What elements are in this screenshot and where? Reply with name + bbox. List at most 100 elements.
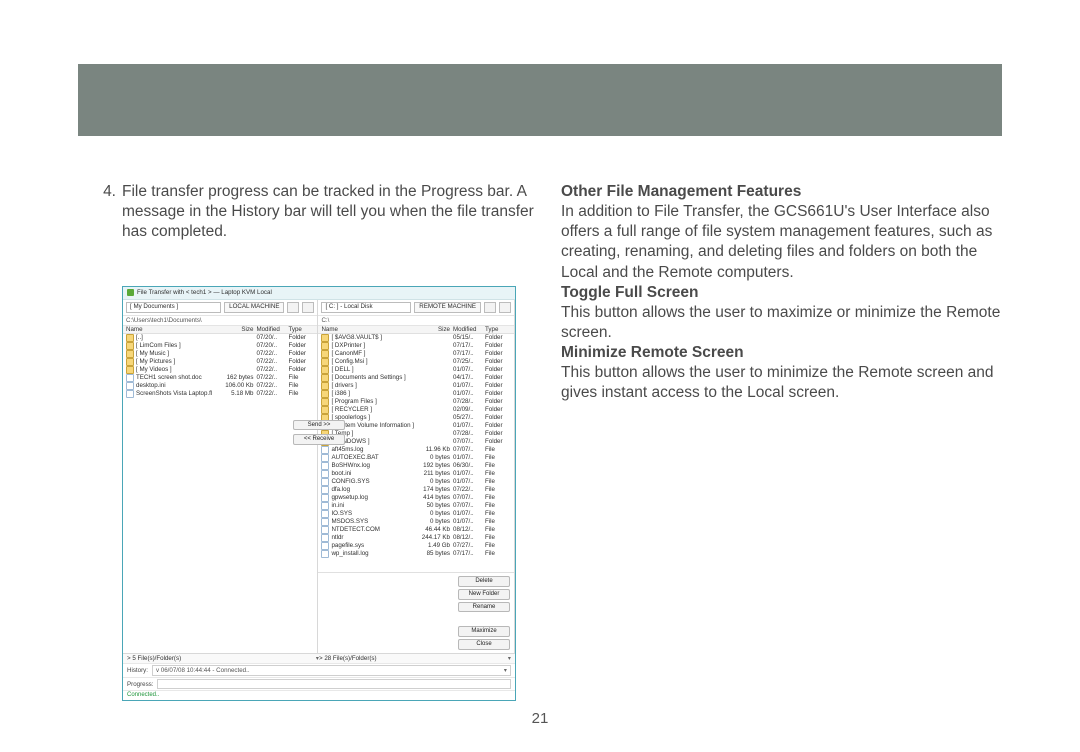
local-up-button[interactable] [287,302,299,313]
row-size [414,422,453,430]
receive-button[interactable]: << Receive [293,434,345,445]
table-row[interactable]: [ System Volume Information ]01/07/..Fol… [318,422,514,430]
table-row[interactable]: [ WINDOWS ]07/07/..Folder [318,438,514,446]
table-row[interactable]: IO.SYS0 bytes01/07/..File [318,510,514,518]
local-drive-combo[interactable]: [ My Documents ] [126,302,221,313]
new-folder-button[interactable]: New Folder [458,589,510,600]
table-row[interactable]: NTDETECT.COM46.44 Kb08/12/..File [318,526,514,534]
table-row[interactable]: [ Config.Msi ]07/25/..Folder [318,358,514,366]
row-size: 5.18 Mb [217,390,256,398]
folder-icon [321,374,329,382]
para-other-features: In addition to File Transfer, the GCS661… [561,202,1002,283]
step-paragraph: File transfer progress can be tracked in… [122,182,539,242]
progress-bar [157,679,511,689]
row-modified: 07/22/.. [256,382,288,390]
table-row[interactable]: in.ini50 bytes07/07/..File [318,502,514,510]
local-grid-header: Name Size Modified Type [123,326,317,334]
table-row[interactable]: ScreenShots Vista Laptop.fl5.18 Mb07/22/… [123,390,317,398]
row-modified: 07/20/.. [256,334,288,342]
table-row[interactable]: gpwsetup.log414 bytes07/07/..File [318,494,514,502]
row-size [217,366,256,374]
file-icon [321,486,329,494]
folder-icon [126,342,134,350]
folder-icon [126,350,134,358]
row-name: [..] [136,334,143,341]
table-row[interactable]: ntldr244.17 Kb08/12/..File [318,534,514,542]
folder-icon [321,342,329,350]
table-row[interactable]: [ Documents and Settings ]04/17/..Folder [318,374,514,382]
table-row[interactable]: [ $AVG8.VAULT$ ]05/15/..Folder [318,334,514,342]
row-type: File [485,454,511,462]
table-row[interactable]: [..]07/20/..Folder [123,334,317,342]
panes-area: [ My Documents ] LOCAL MACHINE C:\Users\… [123,300,515,654]
table-row[interactable]: [ spoolerlogs ]05/27/..Folder [318,414,514,422]
row-modified: 07/22/.. [256,374,288,382]
local-grid-body: [..] 07/20/..Folder[ LimCom Files ]07/20/… [123,334,317,424]
row-type: Folder [288,342,314,350]
remote-drive-combo[interactable]: [ C: ] - Local Disk [321,302,411,313]
local-refresh-button[interactable] [302,302,314,313]
row-name: [ CanonMF ] [331,350,365,357]
col-size: Size [217,326,256,333]
file-icon [321,494,329,502]
table-row[interactable]: [ My Videos ]07/22/..Folder [123,366,317,374]
table-row[interactable]: BoSHWnx.log192 bytes06/30/..File [318,462,514,470]
row-modified: 01/07/.. [453,382,485,390]
table-row[interactable]: [ Program Files ]07/28/..Folder [318,398,514,406]
table-row[interactable]: [ DELL ]01/07/..Folder [318,366,514,374]
file-icon [321,550,329,558]
remote-refresh-button[interactable] [499,302,511,313]
row-type: File [485,470,511,478]
row-type: Folder [485,366,511,374]
table-row[interactable]: [ drivers ]01/07/..Folder [318,382,514,390]
row-name: [ My Videos ] [136,366,172,373]
row-size [414,406,453,414]
table-row[interactable]: [ My Pictures ]07/22/..Folder [123,358,317,366]
table-row[interactable]: boot.ini211 bytes01/07/..File [318,470,514,478]
table-row[interactable]: [ RECYCLER ]02/09/..Folder [318,406,514,414]
remote-up-button[interactable] [484,302,496,313]
remote-drive-label: [ C: ] - Local Disk [325,303,372,310]
table-row[interactable]: [ Temp ]07/28/..Folder [318,430,514,438]
table-row[interactable]: [ LimCom Files ]07/20/..Folder [123,342,317,350]
file-icon [321,462,329,470]
row-modified: 01/07/.. [453,510,485,518]
close-button[interactable]: Close [458,639,510,650]
row-modified: 07/25/.. [453,358,485,366]
table-row[interactable]: wp_install.log85 bytes07/17/..File [318,550,514,558]
history-field[interactable]: v 06/07/08 10:44:44 - Connected.. ▾ [152,665,511,676]
row-modified: 01/07/.. [453,518,485,526]
row-type: Folder [485,334,511,342]
table-row[interactable]: MSDOS.SYS0 bytes01/07/..File [318,518,514,526]
row-size [217,334,256,342]
table-row[interactable]: desktop.ini106.00 Kb07/22/..File [123,382,317,390]
window-title: File Transfer with < tech1 > — Laptop KV… [137,289,272,296]
row-size: 174 bytes [414,486,453,494]
table-row[interactable]: dfa.log174 bytes07/22/..File [318,486,514,494]
row-name: NTDETECT.COM [331,526,379,533]
row-name: gpwsetup.log [331,494,367,501]
table-row[interactable]: [ DXPrinter ]07/17/..Folder [318,342,514,350]
table-row[interactable]: [ My Music ]07/22/..Folder [123,350,317,358]
row-type: Folder [485,406,511,414]
maximize-button[interactable]: Maximize [458,626,510,637]
table-row[interactable]: [ CanonMF ]07/17/..Folder [318,350,514,358]
row-type: File [485,550,511,558]
table-row[interactable]: pagefile.sys1.49 Gb07/27/..File [318,542,514,550]
row-size [414,350,453,358]
remote-status: > 28 File(s)/Folder(s)▾ [319,655,511,662]
table-row[interactable]: AUTOEXEC.BAT0 bytes01/07/..File [318,454,514,462]
rename-button[interactable]: Rename [458,602,510,613]
table-row[interactable]: aft45ms.log11.96 Kb07/07/..File [318,446,514,454]
col-name: Name [321,326,414,333]
send-button[interactable]: Send >> [293,420,345,431]
row-size [414,382,453,390]
table-row[interactable]: [ i386 ]01/07/..Folder [318,390,514,398]
row-name: in.ini [331,502,344,509]
progress-label: Progress: [127,681,153,688]
delete-button[interactable]: Delete [458,576,510,587]
row-size [414,334,453,342]
row-name: [ DXPrinter ] [331,342,365,349]
table-row[interactable]: CONFIG.SYS0 bytes01/07/..File [318,478,514,486]
table-row[interactable]: TECH1 screen shot.doc162 bytes07/22/..Fi… [123,374,317,382]
